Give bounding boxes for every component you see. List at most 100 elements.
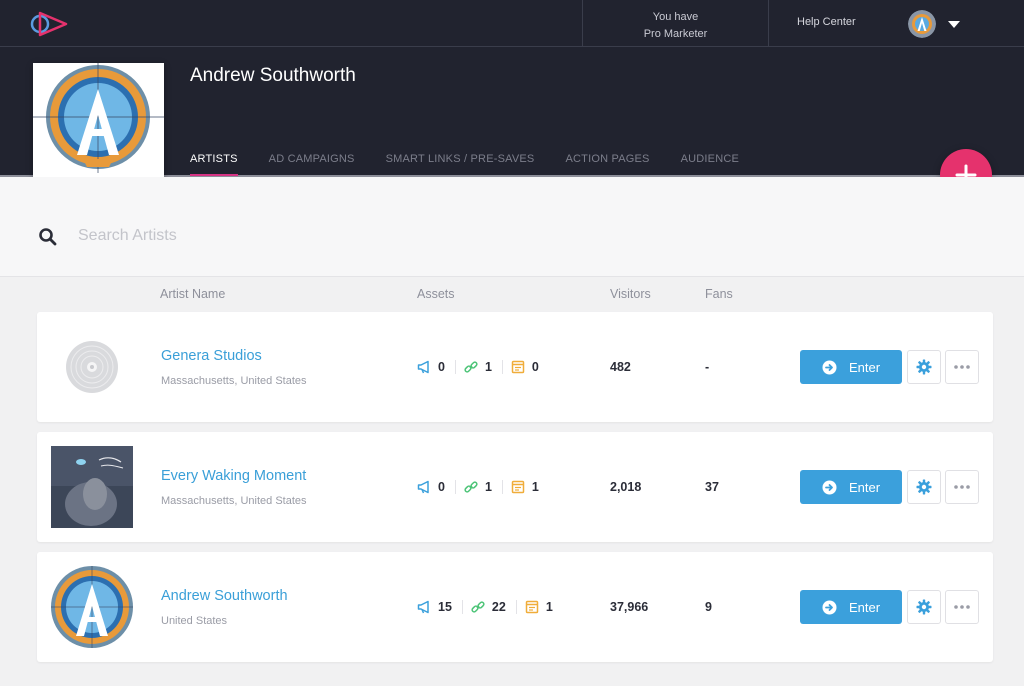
gear-icon: [916, 599, 932, 615]
user-avatar[interactable]: [908, 10, 936, 38]
pages-count: 0: [511, 360, 539, 374]
artist-thumbnail: [51, 446, 133, 528]
page-icon: [511, 480, 525, 494]
enter-button-label: Enter: [848, 479, 881, 495]
artist-location: Massachusetts, United States: [161, 375, 307, 387]
nav-tabs: ARTISTS AD CAMPAIGNS SMART LINKS / PRE-S…: [190, 153, 770, 176]
link-icon: [464, 481, 478, 493]
plan-name: Pro Marketer: [643, 28, 708, 40]
search-icon: [39, 228, 57, 246]
megaphone-icon: [417, 480, 429, 494]
ads-count: 0: [417, 480, 445, 494]
page-icon: [511, 360, 525, 374]
megaphone-icon: [417, 360, 429, 374]
links-count-value: 22: [491, 600, 506, 614]
vinyl-record-icon: [66, 341, 118, 393]
column-header-assets: Assets: [417, 287, 455, 301]
assets-summary: 15 22 1: [417, 600, 553, 614]
account-dropdown-chevron-icon[interactable]: [948, 21, 960, 28]
ads-count: 0: [417, 360, 445, 374]
artist-location: Massachusetts, United States: [161, 495, 307, 507]
app-logo-icon[interactable]: [30, 9, 72, 39]
settings-button[interactable]: [907, 590, 941, 624]
more-options-button[interactable]: [945, 350, 979, 384]
ads-count: 15: [417, 600, 452, 614]
settings-button[interactable]: [907, 470, 941, 504]
link-icon: [471, 601, 485, 613]
pages-count-value: 0: [531, 360, 539, 374]
divider: [515, 600, 517, 614]
artist-name-link[interactable]: Genera Studios: [161, 348, 262, 364]
tab-action-pages[interactable]: ACTION PAGES: [565, 153, 649, 176]
more-options-button[interactable]: [945, 470, 979, 504]
divider: [501, 480, 503, 494]
album-cover-image: [51, 446, 133, 528]
pages-count-value: 1: [545, 600, 553, 614]
enter-button[interactable]: Enter: [800, 350, 902, 384]
help-center-link[interactable]: Help Center: [797, 16, 856, 28]
more-options-button[interactable]: [945, 590, 979, 624]
more-icon: [954, 485, 970, 489]
ads-count-value: 0: [438, 480, 445, 494]
artist-logo-image: [51, 566, 133, 648]
gear-icon: [916, 359, 932, 375]
plan-status: You have Pro Marketer: [582, 0, 769, 47]
divider: [501, 360, 503, 374]
ads-count-value: 0: [438, 360, 445, 374]
fans-count: -: [705, 360, 710, 374]
artist-thumbnail: [51, 566, 133, 648]
enter-arrow-icon: [822, 480, 837, 494]
search-input[interactable]: [78, 223, 478, 249]
artist-thumbnail: [51, 326, 133, 408]
gear-icon: [916, 479, 932, 495]
tab-audience[interactable]: AUDIENCE: [681, 153, 739, 176]
enter-button-label: Enter: [848, 599, 881, 615]
enter-button[interactable]: Enter: [800, 470, 902, 504]
visitors-count: 37,966: [610, 600, 649, 614]
megaphone-icon: [417, 600, 429, 614]
pages-count: 1: [525, 600, 553, 614]
fans-count: 9: [705, 600, 712, 614]
enter-arrow-icon: [822, 600, 837, 614]
enter-arrow-icon: [822, 360, 837, 374]
pages-count-value: 1: [531, 480, 539, 494]
enter-button-label: Enter: [848, 359, 881, 375]
pages-count: 1: [511, 480, 539, 494]
links-count: 1: [464, 360, 492, 374]
tab-ad-campaigns[interactable]: AD CAMPAIGNS: [269, 153, 355, 176]
visitors-count: 482: [610, 360, 631, 374]
search-bar: [0, 177, 1024, 277]
more-icon: [954, 365, 970, 369]
divider: [454, 480, 456, 494]
more-icon: [954, 605, 970, 609]
links-count-value: 1: [484, 360, 492, 374]
links-count: 1: [464, 480, 492, 494]
links-count-value: 1: [484, 480, 492, 494]
tab-artists[interactable]: ARTISTS: [190, 153, 238, 176]
table-row[interactable]: Andrew Southworth United States 15 22 1 …: [37, 552, 993, 662]
table-row[interactable]: Genera Studios Massachusetts, United Sta…: [37, 312, 993, 422]
divider: [461, 600, 463, 614]
table-row[interactable]: Every Waking Moment Massachusetts, Unite…: [37, 432, 993, 542]
artist-location: United States: [161, 615, 228, 627]
ads-count-value: 15: [438, 600, 452, 614]
link-icon: [464, 361, 478, 373]
fans-count: 37: [705, 480, 719, 494]
artist-name-link[interactable]: Andrew Southworth: [161, 588, 288, 604]
assets-summary: 0 1 1: [417, 480, 539, 494]
assets-summary: 0 1 0: [417, 360, 539, 374]
links-count: 22: [471, 600, 506, 614]
column-header-artist-name: Artist Name: [160, 287, 226, 301]
enter-button[interactable]: Enter: [800, 590, 902, 624]
artist-name-link[interactable]: Every Waking Moment: [161, 468, 306, 484]
plan-line-1: You have: [652, 11, 699, 23]
divider: [454, 360, 456, 374]
page-icon: [525, 600, 539, 614]
column-header-visitors: Visitors: [610, 287, 651, 301]
settings-button[interactable]: [907, 350, 941, 384]
page-title: Andrew Southworth: [190, 65, 356, 86]
tab-smart-links[interactable]: SMART LINKS / PRE-SAVES: [386, 153, 535, 176]
visitors-count: 2,018: [610, 480, 642, 494]
top-bar: You have Pro Marketer Help Center: [0, 0, 1024, 47]
column-header-fans: Fans: [705, 287, 733, 301]
